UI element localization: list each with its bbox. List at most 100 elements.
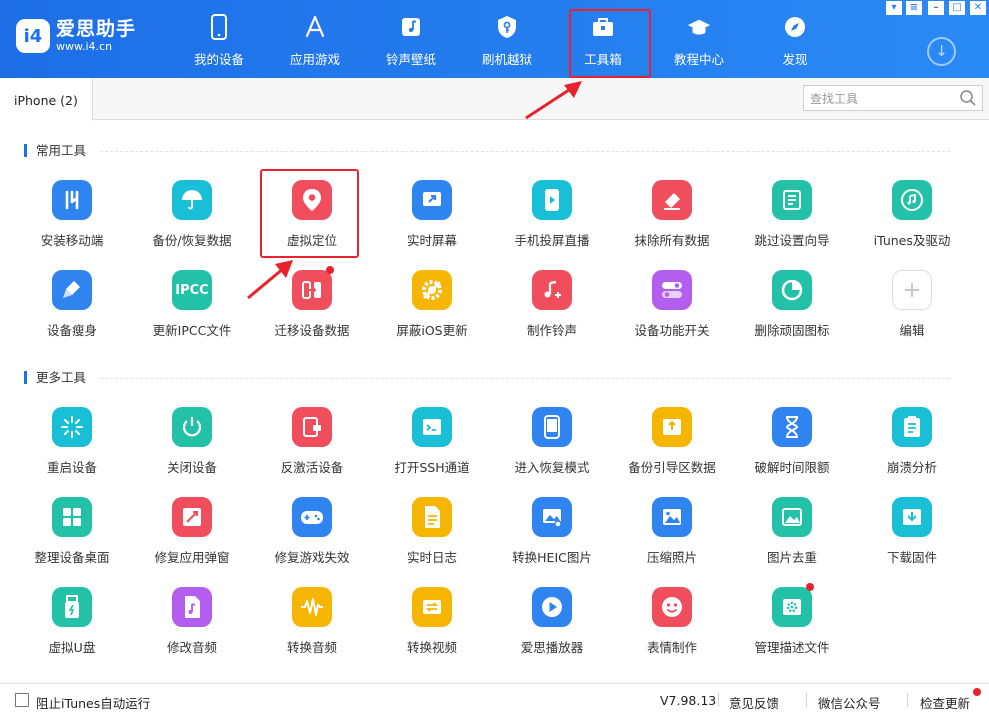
- restart-icon: [52, 407, 92, 447]
- tool-label: 备份/恢复数据: [152, 233, 232, 248]
- tool-label: 转换HEIC图片: [512, 550, 592, 565]
- search-placeholder: 查找工具: [810, 92, 859, 106]
- tool-image[interactable]: 压缩照片: [612, 497, 732, 581]
- tool-eraser[interactable]: 抹除所有数据: [612, 180, 732, 264]
- nav-item-4[interactable]: 刷机越狱: [464, 0, 550, 78]
- video-convert-icon: [412, 587, 452, 627]
- tool-phone-play[interactable]: 手机投屏直播: [492, 180, 612, 264]
- tool-video-convert[interactable]: 转换视频: [372, 587, 492, 671]
- wechat-link[interactable]: 微信公众号: [818, 693, 881, 712]
- tool-label: 设备瘦身: [46, 323, 97, 338]
- deactivate-icon: [292, 407, 332, 447]
- tool-ipcc[interactable]: IPCC 更新IPCC文件: [132, 270, 252, 354]
- tool-checklist[interactable]: 跳过设置向导: [732, 180, 852, 264]
- tool-label: 删除顽固图标: [754, 323, 830, 338]
- block-itunes-label[interactable]: 阻止iTunes自动运行: [36, 693, 150, 712]
- ipcc-icon: IPCC: [172, 270, 212, 310]
- tool-terminal[interactable]: 打开SSH通道: [372, 407, 492, 491]
- audio-file-icon: [172, 587, 212, 627]
- nav-item-1[interactable]: 我的设备: [176, 0, 262, 78]
- feedback-link[interactable]: 意见反馈: [729, 693, 779, 712]
- tool-label: 破解时间限额: [754, 460, 830, 475]
- menu-icon[interactable]: ≡: [906, 1, 922, 15]
- compass-icon: [783, 14, 807, 40]
- check-update-link[interactable]: 检查更新: [920, 693, 970, 712]
- tool-waveform[interactable]: 转换音频: [252, 587, 372, 671]
- tool-toggle[interactable]: 设备功能开关: [612, 270, 732, 354]
- phone-play-icon: [532, 180, 572, 220]
- section-divider: [100, 151, 950, 152]
- tool-smiley[interactable]: 表情制作: [612, 587, 732, 671]
- tool-label: 重启设备: [46, 460, 97, 475]
- maximize-icon[interactable]: □: [949, 1, 965, 15]
- image-dedupe-icon: [772, 497, 812, 537]
- tool-label: 崩溃分析: [886, 460, 937, 475]
- tool-image-dedupe[interactable]: 图片去重: [732, 497, 852, 581]
- tool-itunes[interactable]: iTunes及驱动: [852, 180, 972, 264]
- tool-gear-file[interactable]: 管理描述文件: [732, 583, 852, 671]
- pie-chart-icon: [772, 270, 812, 310]
- tool-plus[interactable]: 编辑: [852, 270, 972, 354]
- tool-label: 爱思播放器: [520, 640, 584, 655]
- tool-label: 制作铃声: [526, 323, 577, 338]
- screen-share-icon: [412, 180, 452, 220]
- tab-iphone[interactable]: iPhone (2): [0, 78, 93, 121]
- tool-image-convert[interactable]: 转换HEIC图片: [492, 497, 612, 581]
- tool-power[interactable]: 关闭设备: [132, 407, 252, 491]
- power-icon: [172, 407, 212, 447]
- tool-label: 管理描述文件: [754, 640, 830, 655]
- tool-clipboard-list[interactable]: 崩溃分析: [852, 407, 972, 491]
- search-icon[interactable]: [959, 89, 977, 107]
- tool-gear-block[interactable]: 屏蔽iOS更新: [372, 270, 492, 354]
- tool-screen-share[interactable]: 实时屏幕: [372, 180, 492, 264]
- tool-i4-app[interactable]: 安装移动端: [12, 180, 132, 264]
- nav-item-6[interactable]: 教程中心: [656, 0, 742, 78]
- tool-download-box[interactable]: 下载固件: [852, 497, 972, 581]
- tool-backup-drive[interactable]: 备份引导区数据: [612, 407, 732, 491]
- skin-icon[interactable]: ▾: [886, 1, 902, 15]
- tool-gamepad[interactable]: 修复游戏失效: [252, 497, 372, 581]
- tool-label: 修改音频: [166, 640, 217, 655]
- minimize-icon[interactable]: –: [928, 1, 944, 15]
- search-input[interactable]: 查找工具: [803, 85, 983, 111]
- tool-restart[interactable]: 重启设备: [12, 407, 132, 491]
- tool-broom[interactable]: 设备瘦身: [12, 270, 132, 354]
- tool-label: 转换音频: [286, 640, 337, 655]
- tool-recovery-phone[interactable]: 进入恢复模式: [492, 407, 612, 491]
- checklist-icon: [772, 180, 812, 220]
- tool-usb[interactable]: 虚拟U盘: [12, 587, 132, 671]
- new-badge: [806, 583, 814, 591]
- tool-grid[interactable]: 整理设备桌面: [12, 497, 132, 581]
- tool-audio-file[interactable]: 修改音频: [132, 587, 252, 671]
- music-note-plus-icon: [532, 270, 572, 310]
- nav-item-7[interactable]: 发现: [752, 0, 838, 78]
- hourglass-icon: [772, 407, 812, 447]
- tool-label: 虚拟U盘: [48, 640, 96, 655]
- tool-umbrella[interactable]: 备份/恢复数据: [132, 180, 252, 264]
- tool-music-note-plus[interactable]: 制作铃声: [492, 270, 612, 354]
- tool-label: 反激活设备: [280, 460, 344, 475]
- graduation-cap-icon: [687, 14, 711, 40]
- tool-label: 实时屏幕: [406, 233, 457, 248]
- clipboard-list-icon: [892, 407, 932, 447]
- nav-item-label: 铃声壁纸: [385, 52, 436, 67]
- download-manager-icon[interactable]: ↓: [927, 37, 956, 66]
- nav-item-2[interactable]: 应用游戏: [272, 0, 358, 78]
- tool-play[interactable]: 爱思播放器: [492, 587, 612, 671]
- tool-deactivate[interactable]: 反激活设备: [252, 407, 372, 491]
- tool-document[interactable]: 实时日志: [372, 497, 492, 581]
- tool-label: 手机投屏直播: [514, 233, 590, 248]
- recovery-phone-icon: [532, 407, 572, 447]
- section-divider: [100, 378, 950, 379]
- nav-item-3[interactable]: 铃声壁纸: [368, 0, 454, 78]
- tool-repair[interactable]: 修复应用弹窗: [132, 497, 252, 581]
- app-url: www.i4.cn: [56, 40, 113, 53]
- shield-key-icon: [495, 14, 519, 40]
- block-itunes-checkbox[interactable]: [15, 693, 29, 707]
- annotation-arrow-icon: [247, 260, 293, 300]
- tool-pie-chart[interactable]: 删除顽固图标: [732, 270, 852, 354]
- close-icon[interactable]: ✕: [970, 1, 986, 15]
- version-label: V7.98.13: [660, 693, 717, 708]
- broom-icon: [52, 270, 92, 310]
- tool-hourglass[interactable]: 破解时间限额: [732, 407, 852, 491]
